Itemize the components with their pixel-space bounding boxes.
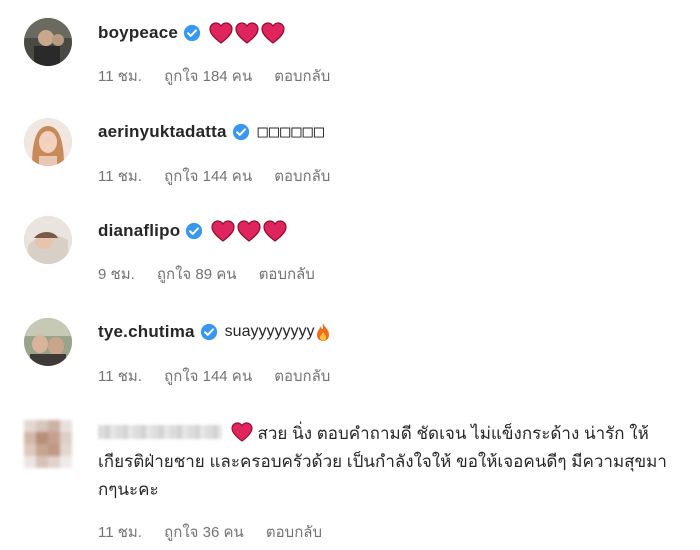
comment-item: dianaflipo 9 ชม. ถูกใจ 89 คน ตอบกลับ	[0, 212, 700, 283]
avatar[interactable]	[24, 216, 72, 264]
like-count[interactable]: ถูกใจ 89 คน	[157, 266, 237, 283]
avatar[interactable]	[24, 18, 72, 66]
reply-button[interactable]: ตอบกลับ	[266, 524, 322, 541]
comment-time: 9 ชม.	[98, 266, 135, 283]
like-count[interactable]: ถูกใจ 144 คน	[164, 368, 252, 385]
comment-item: สวย นิ่ง ตอบคำถามดี ชัดเจน ไม่แข็งกระด้า…	[0, 412, 700, 542]
comment-emojis	[209, 22, 285, 44]
heart-icon	[235, 22, 259, 44]
comment-time: 11 ชม.	[98, 368, 142, 385]
heart-icon	[261, 22, 285, 44]
avatar[interactable]	[24, 118, 72, 166]
reply-button[interactable]: ตอบกลับ	[274, 68, 330, 85]
fire-icon	[317, 323, 330, 341]
heart-icon	[263, 220, 287, 242]
comment-body: สวย นิ่ง ตอบคำถามดี ชัดเจน ไม่แข็งกระด้า…	[98, 420, 678, 504]
reply-button[interactable]: ตอบกลับ	[274, 168, 330, 185]
username-blurred	[98, 425, 222, 439]
heart-icon	[209, 22, 233, 44]
avatar[interactable]	[24, 420, 72, 468]
heart-icon	[237, 220, 261, 242]
like-count[interactable]: ถูกใจ 144 คน	[164, 168, 252, 185]
verified-badge-icon	[200, 323, 217, 341]
username[interactable]: dianaflipo	[98, 221, 180, 241]
username[interactable]: aerinyuktadatta	[98, 122, 227, 142]
avatar[interactable]	[24, 318, 72, 366]
comment-text: □□□□□□	[257, 122, 326, 142]
comment-time: 11 ชม.	[98, 168, 142, 185]
comment-time: 11 ชม.	[98, 524, 142, 541]
comment-text: suayyyyyyyy	[224, 323, 315, 340]
comment-item: tye.chutima suayyyyyyyy 11 ชม. ถูกใจ 144…	[0, 314, 700, 385]
like-count[interactable]: ถูกใจ 184 คน	[164, 68, 252, 85]
verified-badge-icon	[186, 222, 203, 240]
comment-time: 11 ชม.	[98, 68, 142, 85]
like-count[interactable]: ถูกใจ 36 คน	[164, 524, 244, 541]
reply-button[interactable]: ตอบกลับ	[259, 266, 315, 283]
heart-icon	[231, 422, 253, 442]
verified-badge-icon	[232, 123, 249, 141]
comment-item: boypeace 11 ชม. ถูกใจ 184 คน ตอบกลับ	[0, 14, 700, 85]
reply-button[interactable]: ตอบกลับ	[274, 368, 330, 385]
verified-badge-icon	[183, 24, 201, 42]
username[interactable]: boypeace	[98, 23, 178, 43]
comment-item: aerinyuktadatta □□□□□□ 11 ชม. ถูกใจ 144 …	[0, 114, 700, 185]
heart-icon	[211, 220, 235, 242]
comment-emojis	[211, 220, 287, 242]
username[interactable]: tye.chutima	[98, 322, 195, 342]
